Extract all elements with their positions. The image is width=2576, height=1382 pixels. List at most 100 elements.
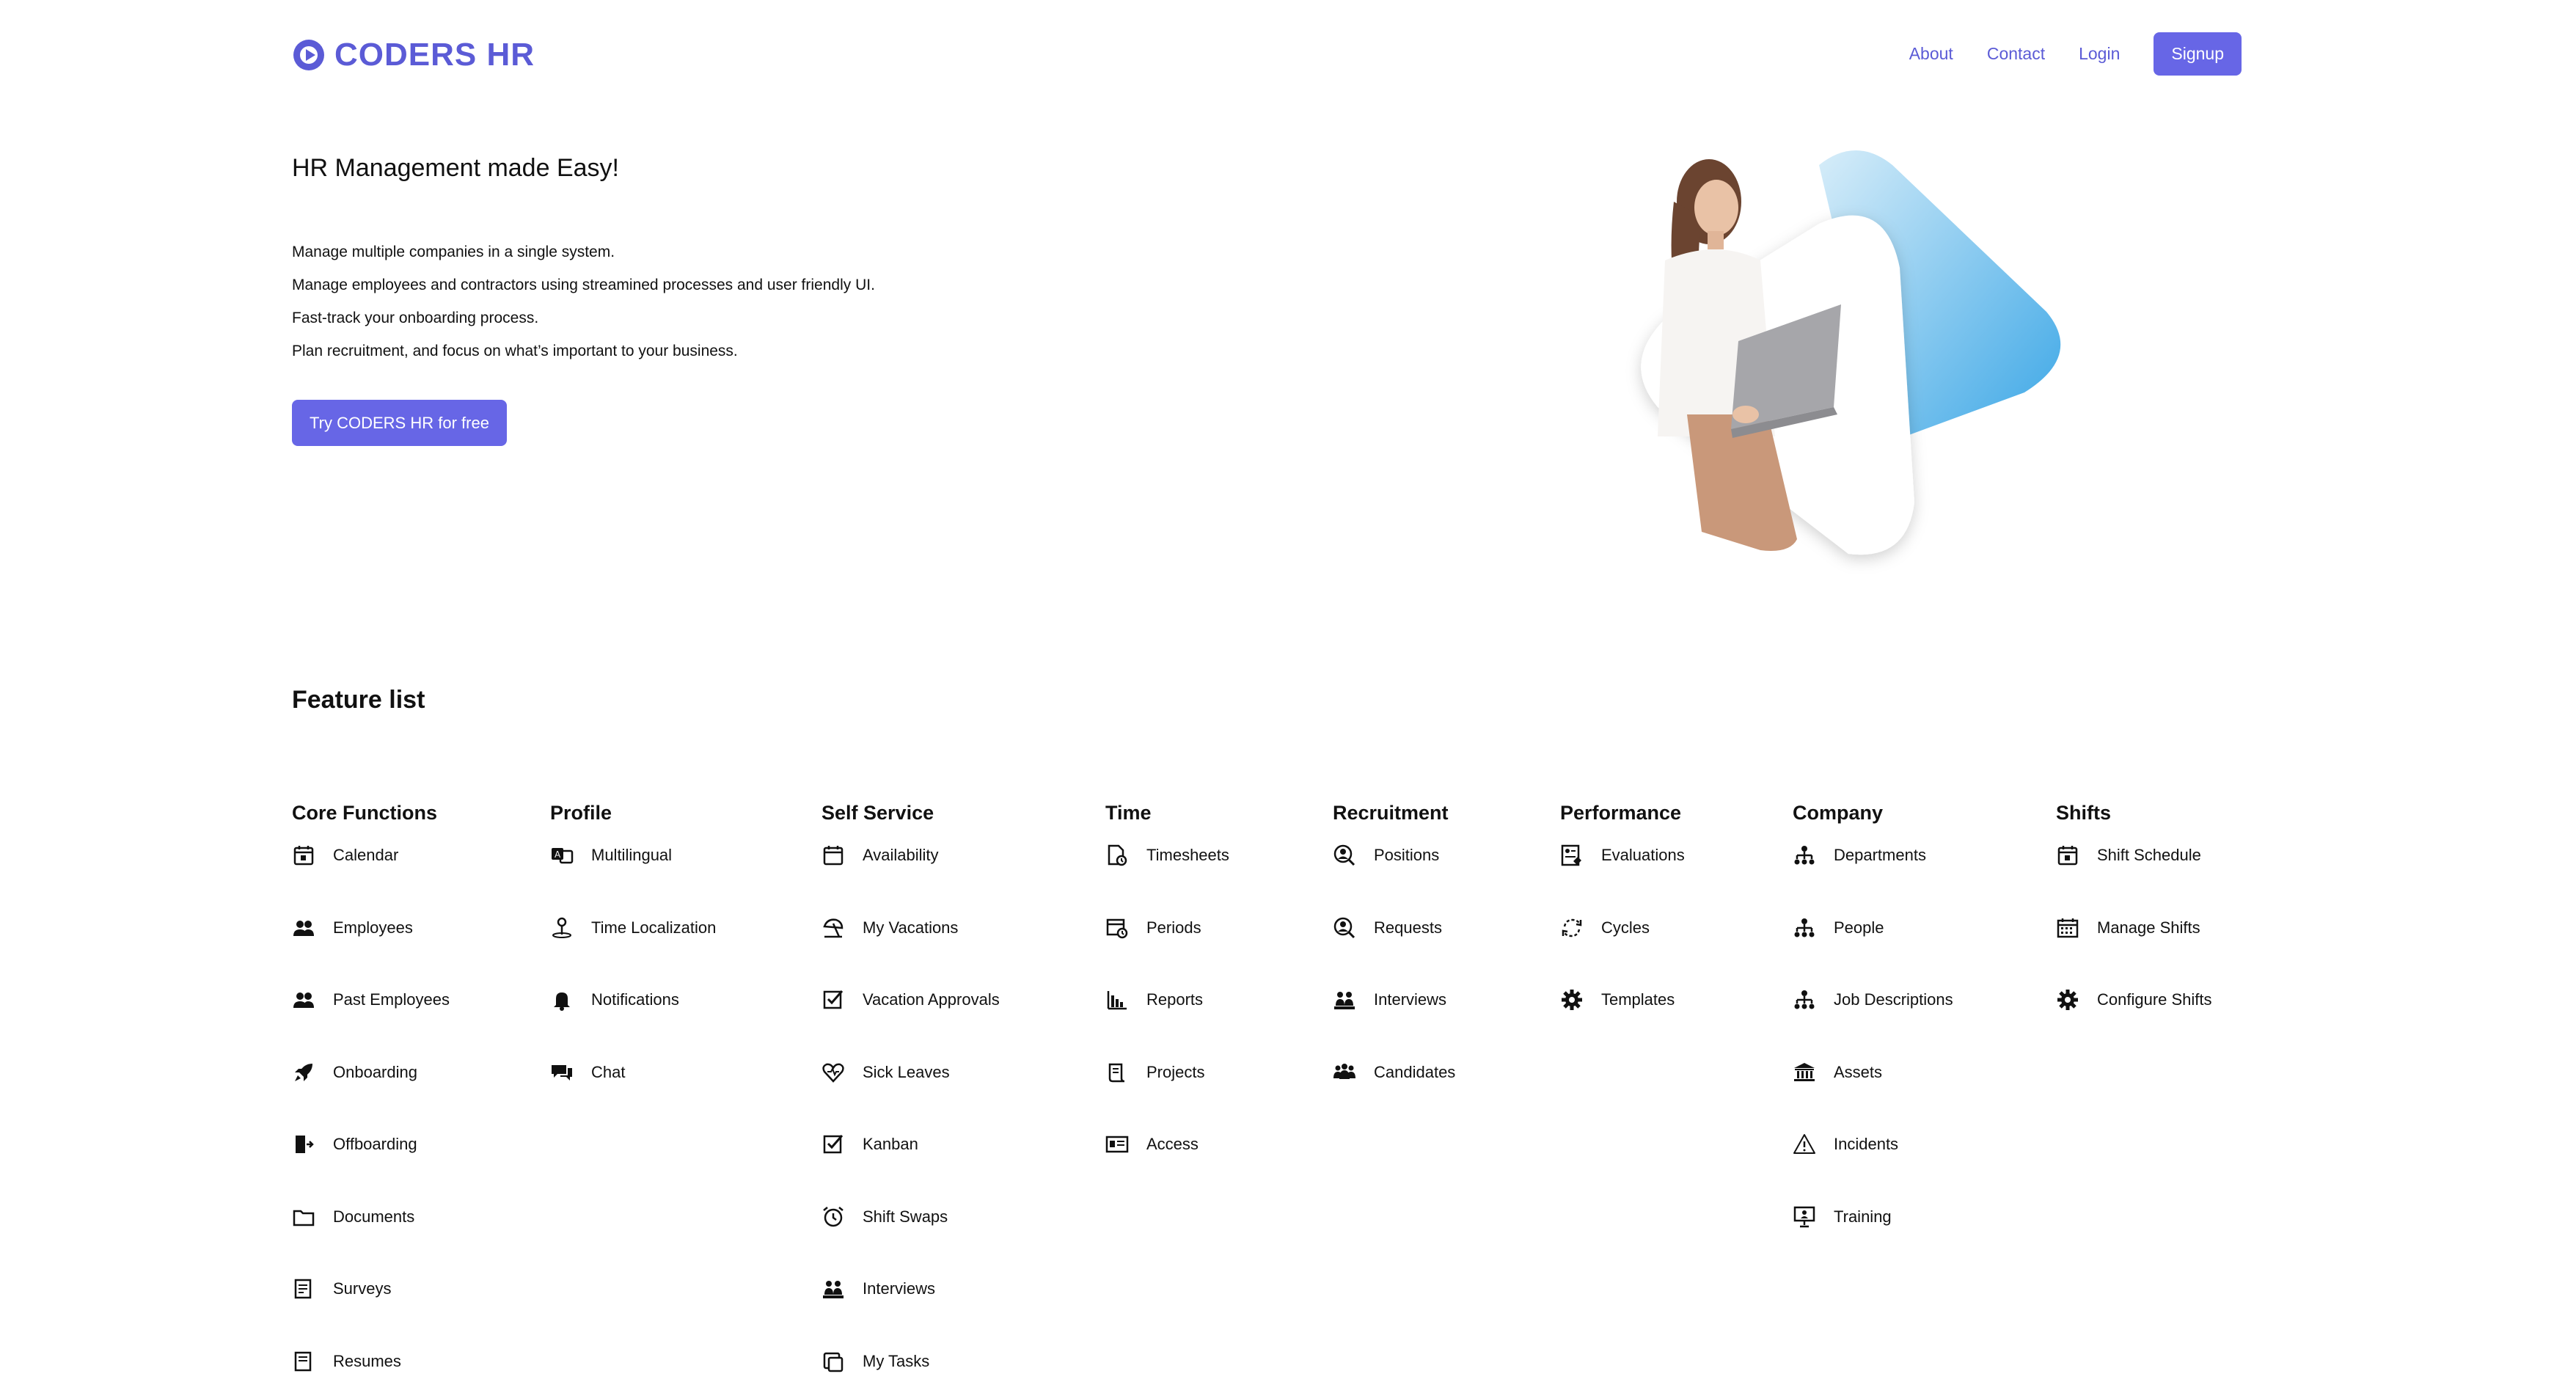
calendar-icon xyxy=(293,846,314,866)
feature-item-shift-schedule[interactable]: Shift Schedule xyxy=(2056,844,2212,916)
feature-label: Resumes xyxy=(333,1351,401,1370)
org-chart-icon xyxy=(1794,990,1815,1009)
feature-label: Configure Shifts xyxy=(2097,990,2212,1009)
bank-icon xyxy=(1794,1062,1815,1081)
feature-column-core-functions: Core Functions Calendar Employees Past E… xyxy=(292,800,450,1382)
feature-item-people[interactable]: People xyxy=(1793,916,1953,989)
feature-item-templates[interactable]: Templates xyxy=(1560,988,1685,1061)
feature-item-manage-shifts[interactable]: Manage Shifts xyxy=(2056,916,2212,989)
feature-item-departments[interactable]: Departments xyxy=(1793,844,1953,916)
signup-button[interactable]: Signup xyxy=(2154,32,2242,76)
feature-item-vacation-approvals[interactable]: Vacation Approvals xyxy=(822,988,1000,1061)
interview-icon xyxy=(823,1281,844,1298)
column-title: Self Service xyxy=(822,802,934,824)
feature-item-multilingual[interactable]: A Multilingual xyxy=(550,844,716,916)
feature-item-projects[interactable]: Projects xyxy=(1105,1061,1229,1133)
feature-label: Time Localization xyxy=(591,918,717,937)
feature-item-evaluations[interactable]: Evaluations xyxy=(1560,844,1685,916)
feature-item-positions[interactable]: Positions xyxy=(1333,844,1455,916)
feature-item-incidents[interactable]: Incidents xyxy=(1793,1133,1953,1205)
logo[interactable]: CODERS HR xyxy=(292,37,535,73)
feature-item-reports[interactable]: Reports xyxy=(1105,988,1229,1061)
feature-label: Surveys xyxy=(333,1279,392,1298)
feature-item-kanban[interactable]: Kanban xyxy=(822,1133,1000,1205)
feature-item-timesheets[interactable]: Timesheets xyxy=(1105,844,1229,916)
feature-label: Chat xyxy=(591,1062,626,1081)
feature-item-job-descriptions[interactable]: Job Descriptions xyxy=(1793,988,1953,1061)
location-icon xyxy=(552,917,571,938)
feature-item-employees[interactable]: Employees xyxy=(292,916,450,989)
feature-item-surveys[interactable]: Surveys xyxy=(292,1277,450,1350)
bar-chart-icon xyxy=(1107,991,1127,1010)
rocket-icon xyxy=(295,1063,312,1081)
feature-item-assets[interactable]: Assets xyxy=(1793,1061,1953,1133)
feature-label: Reports xyxy=(1146,990,1204,1009)
evaluation-icon xyxy=(1561,844,1581,866)
feature-item-training[interactable]: Training xyxy=(1793,1205,1953,1278)
feature-label: My Vacations xyxy=(863,918,959,937)
feature-item-documents[interactable]: Documents xyxy=(292,1205,450,1278)
checkbox-icon xyxy=(823,990,844,1009)
feature-label: Cycles xyxy=(1601,918,1650,937)
umbrella-icon xyxy=(823,918,844,937)
hero-description: Manage multiple companies in a single sy… xyxy=(292,242,875,374)
heart-icon xyxy=(822,1063,844,1083)
feature-item-configure-shifts[interactable]: Configure Shifts xyxy=(2056,988,2212,1061)
feature-column-recruitment: Recruitment Positions Requests Interview… xyxy=(1333,800,1455,1133)
hero-line: Manage multiple companies in a single sy… xyxy=(292,244,615,260)
feature-item-chat[interactable]: Chat xyxy=(550,1061,716,1133)
feature-item-my-vacations[interactable]: My Vacations xyxy=(822,916,1000,989)
column-title: Recruitment xyxy=(1333,802,1449,824)
feature-item-shift-swaps[interactable]: Shift Swaps xyxy=(822,1205,1000,1278)
feature-label: Positions xyxy=(1374,846,1440,864)
feature-item-access[interactable]: Access xyxy=(1105,1133,1229,1205)
nav-contact-link[interactable]: Contact xyxy=(1987,44,2045,64)
feature-item-availability[interactable]: Availability xyxy=(822,844,1000,916)
feature-label: Interviews xyxy=(1374,990,1447,1009)
feature-label: Documents xyxy=(333,1207,415,1226)
column-title: Profile xyxy=(550,802,612,824)
feature-label: Offboarding xyxy=(333,1135,417,1153)
feature-label: Multilingual xyxy=(591,846,673,864)
feature-item-past-employees[interactable]: Past Employees xyxy=(292,988,450,1061)
feature-item-recruitment-interviews[interactable]: Interviews xyxy=(1333,988,1455,1061)
feature-label: Shift Swaps xyxy=(863,1207,948,1226)
interview-icon xyxy=(1334,992,1355,1009)
people-icon xyxy=(293,992,314,1008)
feature-item-time-localization[interactable]: Time Localization xyxy=(550,916,716,989)
gear-icon xyxy=(1562,990,1582,1010)
feature-item-resumes[interactable]: Resumes xyxy=(292,1350,450,1382)
presentation-icon xyxy=(1793,1206,1815,1227)
nav-login-link[interactable]: Login xyxy=(2079,44,2120,64)
feature-item-onboarding[interactable]: Onboarding xyxy=(292,1061,450,1133)
feature-item-interviews[interactable]: Interviews xyxy=(822,1277,1000,1350)
feature-item-my-tasks[interactable]: My Tasks xyxy=(822,1350,1000,1382)
column-title: Time xyxy=(1105,802,1152,824)
calendar-icon xyxy=(823,846,844,866)
user-search-icon xyxy=(1333,844,1355,866)
feature-item-candidates[interactable]: Candidates xyxy=(1333,1061,1455,1133)
feature-label: People xyxy=(1834,918,1884,937)
feature-item-sick-leaves[interactable]: Sick Leaves xyxy=(822,1061,1000,1133)
feature-item-notifications[interactable]: Notifications xyxy=(550,988,716,1061)
feature-label: Kanban xyxy=(863,1135,918,1153)
feature-label: Incidents xyxy=(1834,1135,1899,1153)
feature-item-offboarding[interactable]: Offboarding xyxy=(292,1133,450,1205)
gear-icon xyxy=(2057,990,2078,1010)
nav-about-link[interactable]: About xyxy=(1909,44,1953,64)
feature-label: Onboarding xyxy=(333,1062,417,1081)
feature-item-cycles[interactable]: Cycles xyxy=(1560,916,1685,989)
hero-title: HR Management made Easy! xyxy=(292,154,619,182)
id-card-icon xyxy=(1105,1136,1129,1153)
feature-label: Shift Schedule xyxy=(2097,846,2201,864)
feature-label: Assets xyxy=(1834,1062,1883,1081)
org-chart-icon xyxy=(1794,918,1815,937)
feature-item-requests[interactable]: Requests xyxy=(1333,916,1455,989)
feature-item-calendar[interactable]: Calendar xyxy=(292,844,450,916)
feature-label: Employees xyxy=(333,918,413,937)
feature-label: Vacation Approvals xyxy=(863,990,1000,1009)
try-free-button[interactable]: Try CODERS HR for free xyxy=(292,400,507,446)
feature-item-periods[interactable]: Periods xyxy=(1105,916,1229,989)
column-title: Performance xyxy=(1560,802,1682,824)
feature-list-title: Feature list xyxy=(292,686,425,714)
